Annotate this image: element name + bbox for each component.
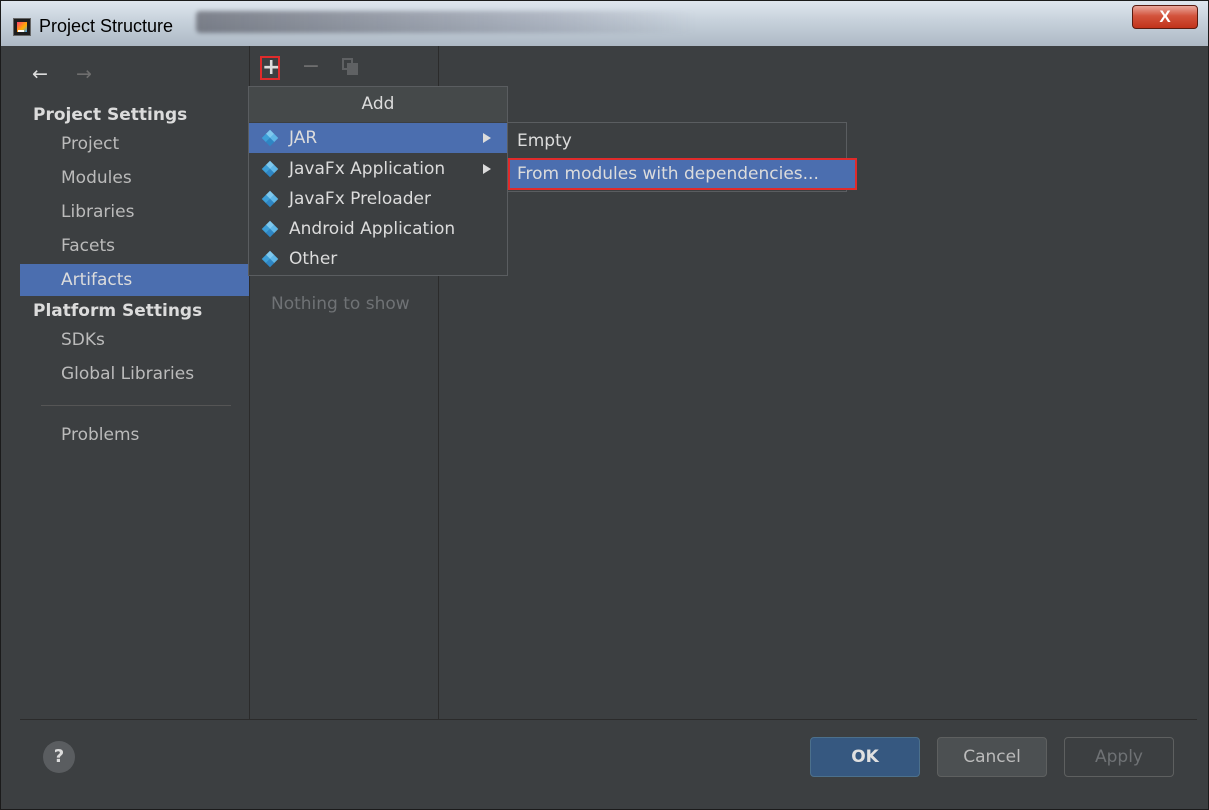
menu-item-jar[interactable]: JAR (249, 123, 507, 153)
artifact-diamond-icon (261, 220, 279, 238)
menu-item-label: Other (289, 249, 338, 269)
blurred-background-text (196, 11, 696, 33)
sidebar-item-artifacts[interactable]: Artifacts (20, 264, 249, 296)
cancel-button[interactable]: Cancel (937, 737, 1047, 777)
apply-button[interactable]: Apply (1064, 737, 1174, 777)
project-settings-heading: Project Settings (33, 105, 188, 125)
menu-item-android-application[interactable]: Android Application (249, 214, 507, 244)
sidebar-item-modules[interactable]: Modules (20, 162, 249, 194)
dialog-footer: ? OK Cancel Apply (20, 719, 1197, 791)
add-artifact-menu: Add JAR JavaFx Application JavaFx Preloa… (248, 86, 508, 276)
artifact-diamond-icon (261, 160, 279, 178)
forward-arrow-icon[interactable]: → (76, 63, 92, 85)
sidebar-item-facets[interactable]: Facets (20, 230, 249, 262)
sidebar-separator (41, 405, 231, 406)
copy-icon[interactable] (342, 56, 360, 80)
menu-item-other[interactable]: Other (249, 244, 507, 274)
menu-item-label: JavaFx Application (289, 159, 446, 179)
empty-list-text: Nothing to show (271, 294, 410, 314)
menu-item-javafx-preloader[interactable]: JavaFx Preloader (249, 184, 507, 214)
menu-item-label: Android Application (289, 219, 456, 239)
submenu-arrow-icon (483, 164, 491, 174)
submenu-item-empty[interactable]: Empty (508, 125, 846, 157)
close-window-button[interactable]: X (1132, 5, 1198, 29)
sidebar-item-project[interactable]: Project (20, 128, 249, 160)
artifact-diamond-icon (261, 129, 279, 147)
title-bar: Project Structure X (1, 1, 1208, 46)
menu-item-javafx-application[interactable]: JavaFx Application (249, 154, 507, 184)
back-arrow-icon[interactable]: ← (32, 63, 48, 85)
sidebar-item-sdks[interactable]: SDKs (20, 324, 249, 356)
artifact-diamond-icon (261, 250, 279, 268)
artifact-diamond-icon (261, 190, 279, 208)
intellij-app-icon (13, 18, 31, 36)
submenu-arrow-icon (483, 133, 491, 143)
sidebar-item-libraries[interactable]: Libraries (20, 196, 249, 228)
submenu-item-from-modules[interactable]: From modules with dependencies... (508, 158, 857, 190)
ok-button[interactable]: OK (810, 737, 920, 777)
sidebar-item-global-libraries[interactable]: Global Libraries (20, 358, 249, 390)
help-button[interactable]: ? (43, 741, 75, 773)
sidebar-item-problems[interactable]: Problems (20, 419, 249, 451)
remove-artifact-button[interactable]: − (300, 56, 322, 80)
platform-settings-heading: Platform Settings (33, 301, 203, 321)
settings-sidebar: ← → Project Settings Project Modules Lib… (20, 46, 249, 719)
window-title: Project Structure (39, 16, 174, 36)
add-artifact-button[interactable]: + (260, 56, 280, 80)
menu-item-label: JAR (289, 128, 318, 148)
add-menu-header: Add (249, 87, 507, 122)
menu-item-label: JavaFx Preloader (289, 189, 431, 209)
jar-submenu: Empty From modules with dependencies... (507, 122, 857, 192)
